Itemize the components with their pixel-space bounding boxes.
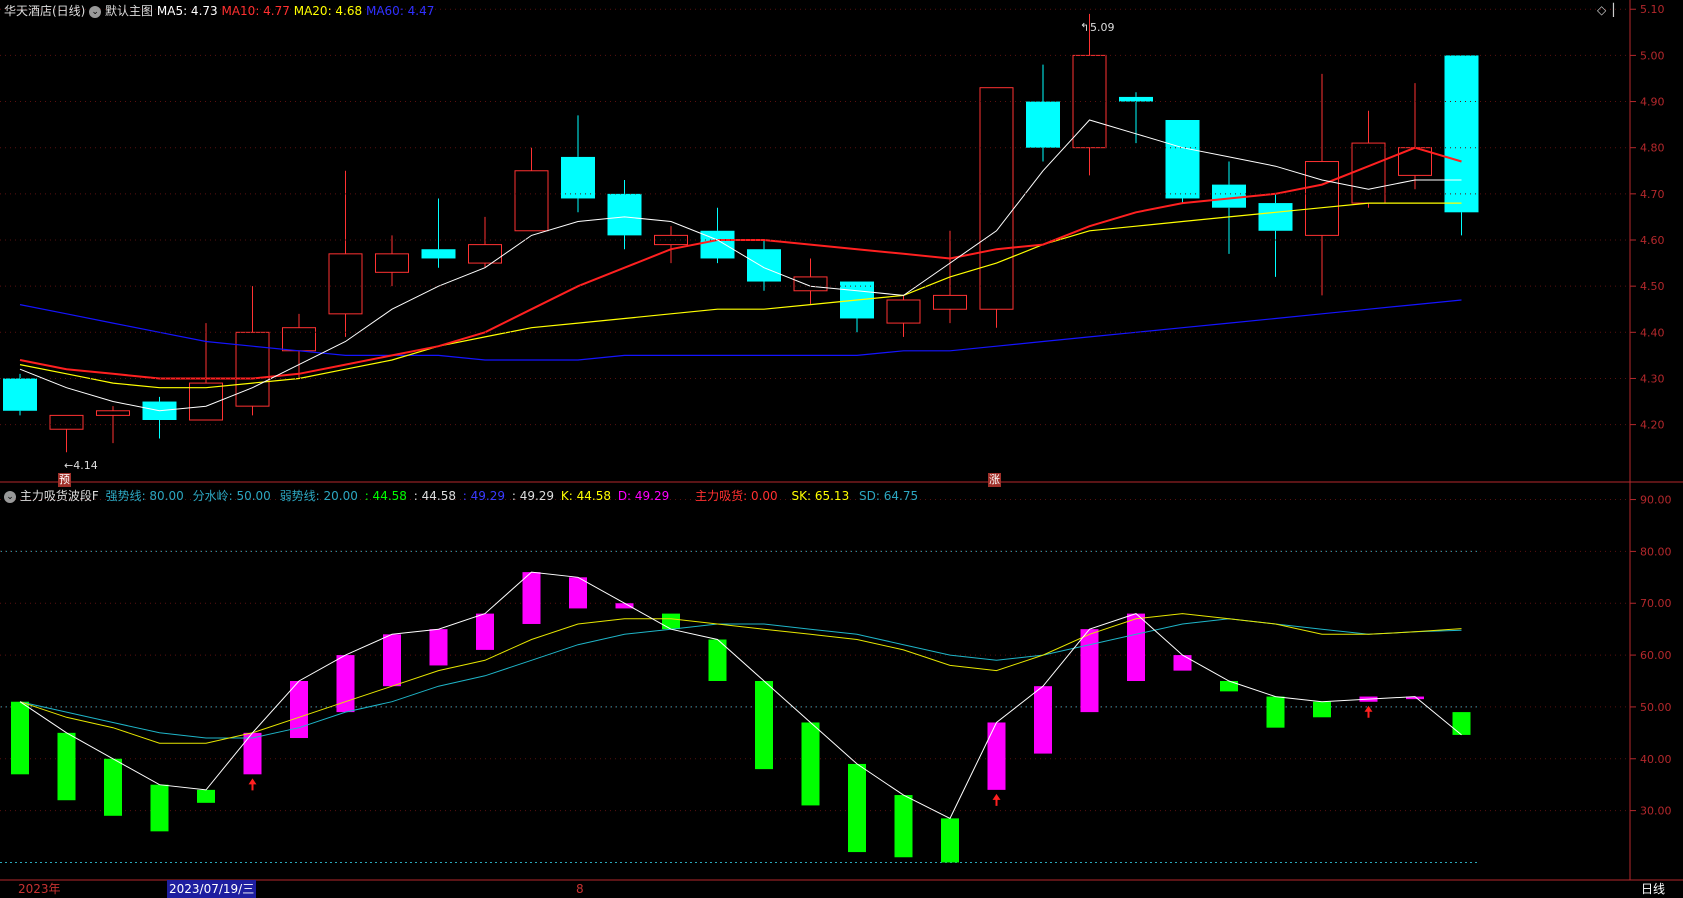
k-value: K: 44.58 bbox=[560, 489, 611, 503]
price-tick-label: 5.00 bbox=[1640, 49, 1665, 62]
candle-body-down bbox=[1212, 184, 1246, 208]
indicator-bar bbox=[755, 681, 773, 770]
candle-body-down bbox=[747, 249, 781, 282]
high-mark-icon: ↰ bbox=[1080, 21, 1090, 34]
sk-value: SK: 65.13 bbox=[791, 489, 850, 503]
candle-body-down bbox=[1026, 101, 1060, 148]
indicator-tick-label: 30.00 bbox=[1640, 805, 1672, 818]
candle-body-down bbox=[1165, 120, 1200, 199]
candle-body-down bbox=[561, 156, 595, 199]
diamond-icon[interactable]: ◇ bbox=[1597, 3, 1606, 17]
price-tick-label: 4.60 bbox=[1640, 234, 1665, 247]
indicator-bar bbox=[476, 613, 494, 650]
price-tick-label: 4.70 bbox=[1640, 188, 1665, 201]
indicator-bar bbox=[522, 572, 541, 624]
value-3: : 49.29 bbox=[462, 489, 506, 503]
indicator-tick-label: 90.00 bbox=[1640, 494, 1672, 507]
sub-chart-header: ⌄ 主力吸货波段F 强势线: 80.00 分水岭: 50.00 弱势线: 20.… bbox=[4, 485, 918, 507]
indicator-bar bbox=[383, 634, 401, 687]
indicator-tick-label: 40.00 bbox=[1640, 753, 1672, 766]
price-tick-label: 4.30 bbox=[1640, 372, 1665, 385]
indicator-bar bbox=[57, 732, 76, 801]
indicator-bar bbox=[662, 613, 680, 630]
cursor-date-label: 2023/07/19/三 bbox=[167, 880, 257, 898]
stock-name[interactable]: 华天酒店(日线) bbox=[4, 0, 85, 22]
sub-indicator-name[interactable]: 主力吸货波段F bbox=[20, 485, 99, 507]
month-marker: 8 bbox=[576, 882, 584, 896]
candle-body-down bbox=[3, 378, 37, 411]
pre-badge: 预 bbox=[58, 473, 71, 487]
ma60-value: MA60: 4.47 bbox=[365, 4, 435, 18]
value-4: : 49.29 bbox=[511, 489, 555, 503]
high-price-label: 5.09 bbox=[1090, 21, 1115, 34]
indicator-bar bbox=[1080, 629, 1099, 713]
indicator-bar bbox=[569, 577, 587, 609]
candle-body-down bbox=[607, 193, 642, 236]
date-axis-bar: 2023年 2023/07/19/三 8 日线 bbox=[0, 880, 1683, 898]
candle-body-down bbox=[1119, 96, 1153, 102]
indicator-bar bbox=[150, 784, 169, 832]
price-tick-label: 4.40 bbox=[1640, 326, 1665, 339]
sd-value: SD: 64.75 bbox=[859, 489, 919, 503]
indicator-tick-label: 70.00 bbox=[1640, 597, 1672, 610]
chevron-down-icon[interactable]: ⌄ bbox=[89, 5, 102, 18]
indicator-bar bbox=[197, 789, 215, 803]
ma10-value: MA10: 4.77 bbox=[221, 4, 290, 18]
indicator-bar bbox=[104, 758, 122, 816]
ma20-value: MA20: 4.68 bbox=[293, 4, 363, 18]
indicator-bar bbox=[1313, 701, 1331, 718]
water-line-value: 分水岭: 50.00 bbox=[192, 489, 271, 503]
indicator-bar bbox=[848, 763, 866, 853]
indicator-bar bbox=[1034, 686, 1052, 754]
indicator-bar bbox=[11, 701, 29, 775]
weak-line-value: 弱势线: 20.00 bbox=[279, 489, 358, 503]
price-tick-label: 4.50 bbox=[1640, 280, 1665, 293]
indicator-tick-label: 50.00 bbox=[1640, 701, 1672, 714]
chevron-down-icon[interactable]: ⌄ bbox=[4, 490, 16, 503]
candle-body-down bbox=[1444, 55, 1479, 213]
price-tick-label: 4.20 bbox=[1640, 419, 1665, 432]
price-tick-label: 4.80 bbox=[1640, 142, 1665, 155]
candle-body-down bbox=[1258, 203, 1293, 231]
indicator-bar bbox=[801, 722, 820, 806]
indicator-bar bbox=[1127, 613, 1145, 681]
d-value: D: 49.29 bbox=[617, 489, 670, 503]
period-label[interactable]: 日线 bbox=[1641, 880, 1665, 898]
indicator-tick-label: 60.00 bbox=[1640, 649, 1672, 662]
value-2: : 44.58 bbox=[413, 489, 456, 503]
absorb-value: 主力吸货: 0.00 bbox=[695, 489, 778, 503]
indicator-bar bbox=[1452, 712, 1471, 735]
main-indicator-name[interactable]: 默认主图 bbox=[105, 0, 153, 22]
low-price-label: ←4.14 bbox=[64, 459, 98, 472]
indicator-bar bbox=[941, 818, 959, 863]
indicator-bar bbox=[1266, 696, 1285, 728]
year-label: 2023年 bbox=[18, 882, 61, 896]
rise-badge: 涨 bbox=[988, 473, 1001, 487]
strong-line-value: 强势线: 80.00 bbox=[105, 489, 184, 503]
indicator-bar bbox=[615, 603, 634, 609]
indicator-bar bbox=[429, 629, 448, 666]
ma5-value: MA5: 4.73 bbox=[156, 4, 218, 18]
indicator-tick-label: 80.00 bbox=[1640, 545, 1672, 558]
indicator-bar bbox=[1220, 681, 1238, 692]
chart-canvas[interactable]: 5.10 5.00 4.90 4.80 4.70 4.60 4.50 4.40 4.30 4.20… bbox=[0, 0, 1683, 898]
price-tick-label: 5.10 bbox=[1640, 3, 1665, 16]
chart-window: 5.10 5.00 4.90 4.80 4.70 4.60 4.50 4.40 4.30 4.20… bbox=[0, 0, 1683, 898]
candle-body-down bbox=[421, 249, 456, 259]
indicator-bar bbox=[243, 732, 262, 775]
indicator-bar bbox=[894, 795, 913, 858]
indicator-bar bbox=[987, 722, 1006, 790]
indicator-bar bbox=[1173, 655, 1192, 671]
main-chart-header: 华天酒店(日线) ⌄ 默认主图 MA5: 4.73 MA10: 4.77 MA2… bbox=[4, 0, 434, 22]
panel-split-icon[interactable]: ▏ bbox=[1613, 3, 1622, 17]
price-tick-label: 4.90 bbox=[1640, 96, 1665, 109]
value-1: : 44.58 bbox=[364, 489, 407, 503]
